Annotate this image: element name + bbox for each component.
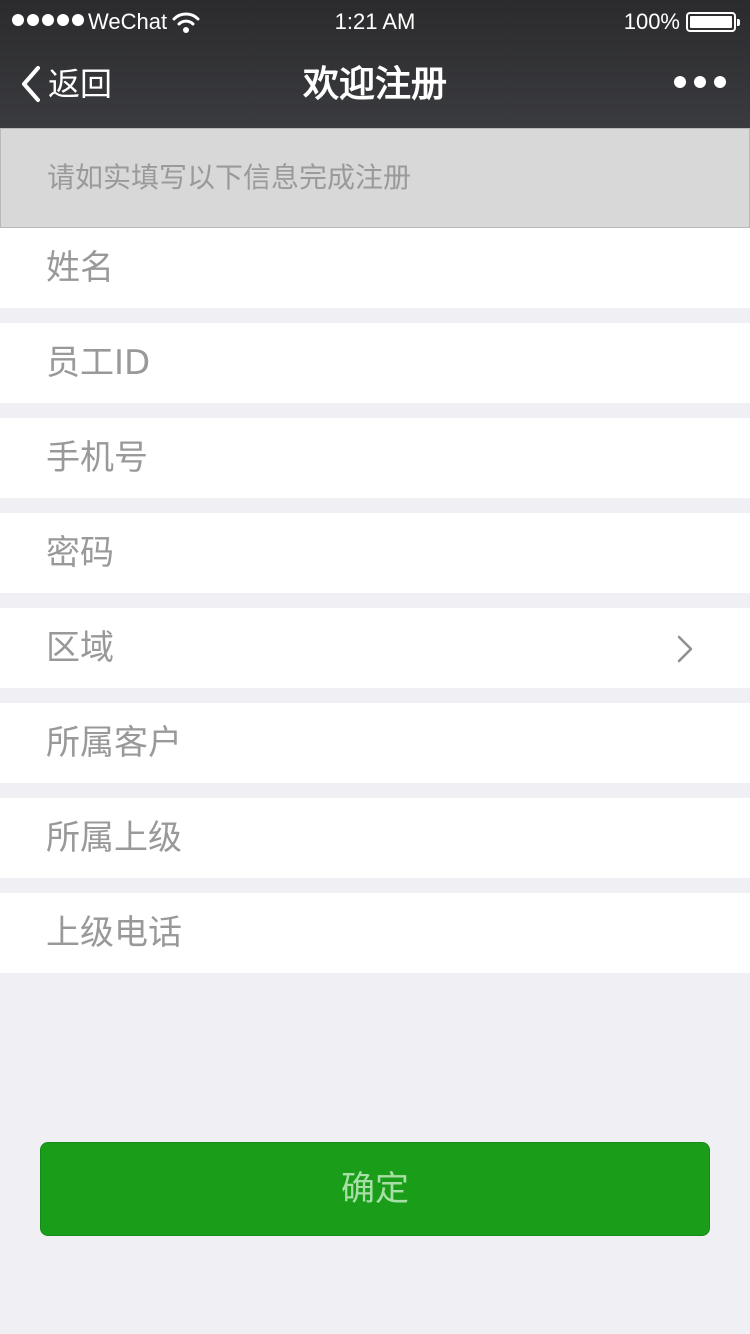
name-field[interactable]: 姓名 <box>0 228 750 308</box>
more-menu-button[interactable] <box>674 76 726 88</box>
supervisor-phone-field[interactable]: 上级电话 <box>0 893 750 973</box>
more-dots-icon <box>674 76 686 88</box>
registration-form: 姓名 员工ID 手机号 密码 区域 所属客户 所属上级 上级电话 <box>0 228 750 988</box>
password-field[interactable]: 密码 <box>0 513 750 593</box>
registration-screen: WeChat 1:21 AM 100% 返回 欢迎注册 请如实填写以下信息完成注… <box>0 0 750 1334</box>
back-label: 返回 <box>48 65 113 103</box>
region-label: 区域 <box>46 628 114 668</box>
employee-id-field[interactable]: 员工ID <box>0 323 750 403</box>
status-bar: WeChat 1:21 AM 100% <box>0 0 750 44</box>
chevron-right-icon <box>677 635 693 663</box>
region-selector[interactable]: 区域 <box>0 608 750 688</box>
battery-percent: 100% <box>623 9 680 34</box>
header: WeChat 1:21 AM 100% 返回 欢迎注册 <box>0 0 750 128</box>
page-title: 欢迎注册 <box>302 64 447 105</box>
nav-bar: 返回 欢迎注册 <box>0 44 750 128</box>
back-button[interactable]: 返回 <box>18 64 112 104</box>
notice-banner: 请如实填写以下信息完成注册 <box>0 128 750 228</box>
battery-icon <box>686 12 740 32</box>
confirm-button[interactable]: 确定 <box>40 1142 710 1236</box>
phone-field[interactable]: 手机号 <box>0 418 750 498</box>
battery-fill <box>690 16 732 28</box>
chevron-left-icon <box>22 66 40 102</box>
customer-field[interactable]: 所属客户 <box>0 703 750 783</box>
supervisor-field[interactable]: 所属上级 <box>0 798 750 878</box>
